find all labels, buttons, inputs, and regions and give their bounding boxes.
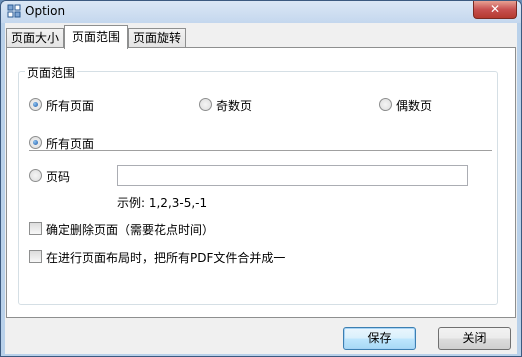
- tab-label: 页面范围: [71, 30, 120, 44]
- even-pages-label[interactable]: 偶数页: [396, 97, 432, 114]
- save-button-label: 保存: [367, 331, 392, 345]
- delete-pages-label[interactable]: 确定删除页面（需要花点时间）: [46, 221, 214, 238]
- tab-page-size[interactable]: 页面大小: [6, 28, 64, 48]
- tab-page-range[interactable]: 页面范围: [64, 25, 128, 49]
- page-number-label[interactable]: 页码: [46, 168, 70, 185]
- all-pages-range-radio[interactable]: [29, 136, 42, 149]
- close-button-label: 关闭: [462, 331, 487, 345]
- tab-label: 页面大小: [10, 31, 59, 45]
- window-title: Option: [25, 4, 66, 18]
- delete-pages-checkbox[interactable]: [29, 222, 42, 235]
- merge-pdf-label[interactable]: 在进行页面布局时，把所有PDF文件合并成一个: [46, 249, 286, 266]
- close-window-button[interactable]: ✕: [473, 1, 517, 19]
- page-number-input[interactable]: [117, 165, 468, 186]
- page-range-group: 页面范围 所有页面 奇数页 偶数页 所有页面 页码 示例: 1,2,3-5,-1: [18, 64, 498, 305]
- close-button[interactable]: 关闭: [438, 327, 511, 350]
- tab-label: 页面旋转: [132, 31, 181, 45]
- group-title: 页面范围: [25, 64, 78, 81]
- example-hint: 示例: 1,2,3-5,-1: [117, 196, 208, 210]
- tab-panel-page-range: 页面范围 所有页面 奇数页 偶数页 所有页面 页码 示例: 1,2,3-5,-1: [6, 47, 516, 318]
- all-pages-range-label[interactable]: 所有页面: [46, 135, 94, 152]
- odd-pages-label[interactable]: 奇数页: [216, 97, 252, 114]
- dialog-body: 页面大小 页面范围 页面旋转 页面范围 所有页面 奇数页 偶数页 所有页面 页码…: [5, 23, 517, 354]
- even-pages-radio[interactable]: [379, 98, 392, 111]
- merge-pdf-checkbox[interactable]: [29, 250, 42, 263]
- tab-page-rotation[interactable]: 页面旋转: [128, 28, 186, 48]
- save-button[interactable]: 保存: [343, 327, 416, 350]
- all-pages-filter-radio[interactable]: [29, 98, 42, 111]
- page-number-radio[interactable]: [29, 169, 42, 182]
- separator: [29, 150, 492, 152]
- all-pages-filter-label[interactable]: 所有页面: [46, 97, 94, 114]
- app-icon: [7, 4, 21, 18]
- close-icon: ✕: [489, 2, 501, 16]
- option-dialog: Option ✕ 页面大小 页面范围 页面旋转 页面范围 所有页面 奇数页 偶数…: [0, 0, 522, 357]
- title-bar[interactable]: Option ✕: [1, 1, 521, 23]
- odd-pages-radio[interactable]: [199, 98, 212, 111]
